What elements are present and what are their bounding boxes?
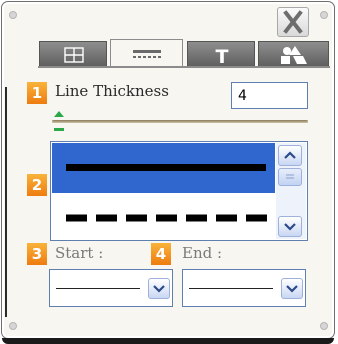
tab-text[interactable]: T (187, 41, 255, 68)
corner-dot-icon (9, 11, 17, 19)
line-thickness-label: Line Thickness (55, 82, 169, 100)
line-thickness-input[interactable] (231, 82, 308, 109)
corner-dot-icon (320, 322, 328, 330)
grid-icon (64, 47, 84, 63)
chevron-down-icon (153, 285, 165, 293)
panel-shadow (2, 338, 334, 344)
panel-edge (5, 87, 7, 317)
end-line-preview (189, 288, 273, 289)
tab-grid[interactable] (39, 41, 107, 67)
grip-icon (286, 174, 294, 179)
end-arrow-select[interactable] (182, 269, 306, 307)
tab-line[interactable] (110, 39, 183, 67)
chevron-up-icon (284, 151, 296, 159)
text-icon: T (216, 46, 229, 68)
chevron-down-icon (284, 223, 296, 231)
step-badge-4: 4 (151, 243, 171, 265)
scroll-thumb[interactable] (278, 168, 302, 186)
slider-handle-icon[interactable] (52, 110, 66, 132)
close-button[interactable] (277, 7, 309, 37)
corner-dot-icon (9, 322, 17, 330)
dashed-line-sample (66, 214, 267, 222)
step-badge-3: 3 (27, 243, 47, 265)
line-properties-panel: T 1 Line Thickness 2 (1, 1, 335, 344)
end-label: End : (182, 244, 223, 262)
start-arrow-select[interactable] (49, 269, 173, 307)
text-tab-glyph: T (216, 46, 229, 68)
tab-shapes[interactable] (258, 41, 329, 67)
line-style-list[interactable] (50, 141, 308, 241)
start-dropdown-button[interactable] (148, 278, 170, 299)
start-label: Start : (55, 244, 104, 262)
shapes-icon (281, 46, 307, 64)
step-badge-1: 1 (27, 82, 47, 104)
step-badge-2: 2 (27, 174, 47, 196)
tab-divider (38, 66, 330, 68)
line-style-scrollbar[interactable] (276, 143, 306, 239)
close-icon (283, 10, 303, 34)
scroll-up-button[interactable] (278, 145, 302, 166)
tab-strip: T (39, 39, 329, 68)
start-line-preview (56, 288, 140, 289)
line-style-solid[interactable] (52, 143, 275, 193)
line-style-icon (133, 50, 161, 58)
line-style-dashed[interactable] (52, 193, 275, 240)
solid-line-sample (66, 164, 266, 171)
corner-dot-icon (320, 11, 328, 19)
end-dropdown-button[interactable] (281, 278, 303, 299)
chevron-down-icon (286, 285, 298, 293)
line-thickness-slider[interactable] (52, 120, 308, 123)
scroll-down-button[interactable] (278, 216, 302, 237)
